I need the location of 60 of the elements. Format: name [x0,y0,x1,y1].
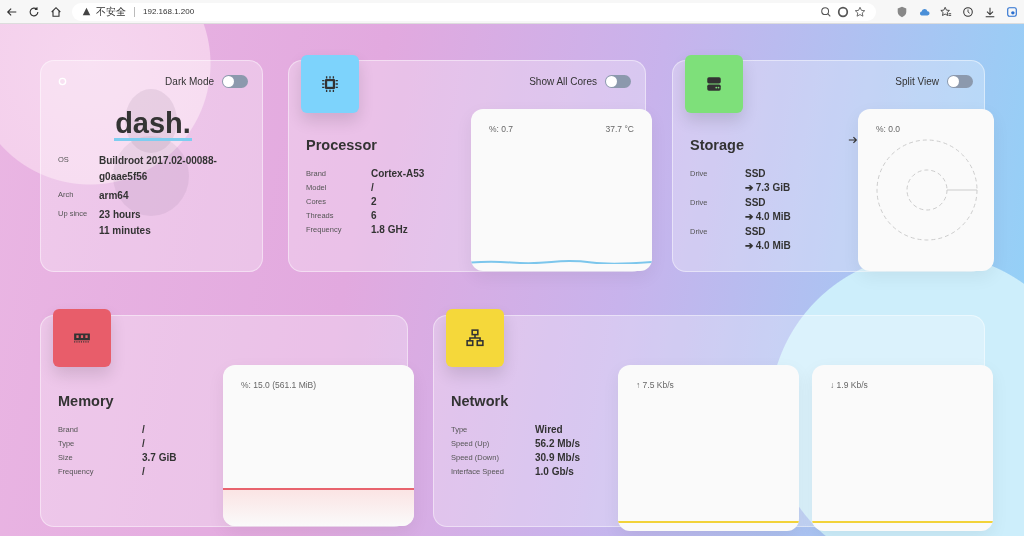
drive-size: ➔ 4.0 MiB [745,239,791,253]
network-speed-reading: ↓ 1.9 Kb/s [830,380,868,390]
network-speed-reading: ↑ 7.5 Kb/s [636,380,674,390]
card-title: Memory [58,393,115,409]
zoom-icon[interactable] [820,5,832,18]
info-value: g0aae5f56 [99,170,148,184]
spec-value: 2 [371,195,377,209]
home-icon[interactable] [50,5,62,18]
spec-value: 30.9 Mb/s [535,451,581,465]
dark-mode-toggle[interactable] [222,75,248,88]
address-bar[interactable]: 不安全 192.168.1.200 [72,2,876,21]
network-icon [466,329,484,347]
warning-icon [82,7,91,16]
dash-logo: dash. [114,108,192,141]
spec-value: 1.0 Gb/s [535,465,574,479]
spec-value: / [142,465,145,479]
cpu-usage-reading: %: 0.7 [489,124,514,135]
memory-usage-reading: %: 15.0 (561.1 MiB) [241,380,317,390]
split-view-toggle[interactable] [947,75,973,89]
arrow-right-icon[interactable] [848,135,858,145]
cpu-temperature-reading: 37.7 °C [605,124,634,135]
info-value: Buildroot 2017.02-00088- [99,154,217,168]
drive-size: ➔ 7.3 GiB [745,181,791,195]
spec-value: Cortex-A53 [371,167,425,181]
shield-icon[interactable] [896,5,908,18]
download-icon[interactable] [984,5,996,18]
spec-value: / [142,437,145,451]
favorites-icon[interactable] [940,5,952,18]
refresh-icon[interactable] [28,5,40,18]
cpu-icon [321,75,339,93]
url-text: 192.168.1.200 [143,7,195,16]
card-title: Network [451,393,510,409]
spec-value: 1.8 GHz [371,223,408,237]
back-icon[interactable] [6,5,18,18]
spec-value: 3.7 GiB [142,451,177,465]
drive-icon [705,75,723,93]
show-all-cores-toggle[interactable] [605,75,631,89]
star-icon[interactable] [854,5,866,18]
security-label: 不安全 [96,4,126,19]
dark-mode-label: Dark Mode [165,76,214,87]
spec-value: 6 [371,209,377,223]
drive-type: SSD [745,167,766,181]
info-value: 11 minutes [99,224,151,238]
split-view-label: Split View [895,76,939,88]
info-value: 23 hours [99,208,141,222]
drive-type: SSD [745,225,766,239]
spec-value: 56.2 Mb/s [535,437,581,451]
show-all-cores-label: Show All Cores [529,76,597,88]
spec-value: / [142,423,145,437]
info-value: arm64 [99,189,129,203]
storage-usage-reading: %: 0.0 [876,124,901,135]
spec-value: Wired [535,423,563,437]
card-title: Processor [306,137,378,153]
spec-value: / [371,181,374,195]
drive-type: SSD [745,196,766,210]
circle-icon [58,77,67,86]
drive-size: ➔ 4.0 MiB [745,210,791,224]
collections-icon[interactable] [1006,5,1018,18]
history-icon[interactable] [962,5,974,18]
card-title: Storage [690,137,744,153]
